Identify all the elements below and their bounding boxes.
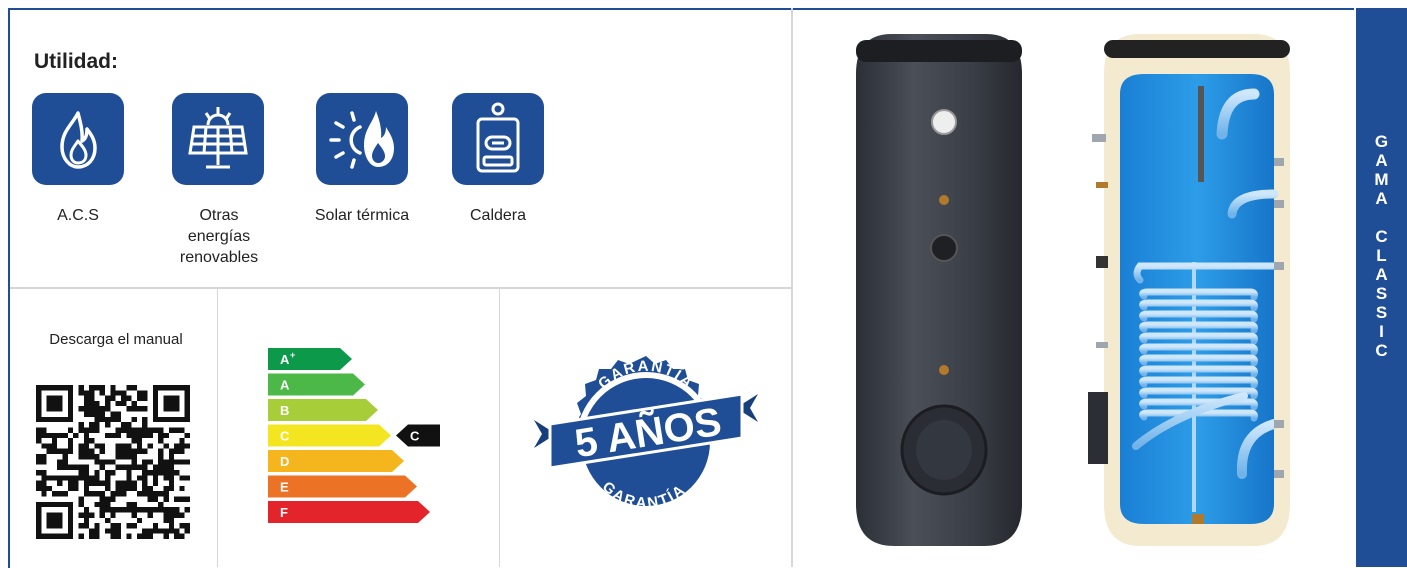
series-letter bbox=[1356, 208, 1407, 227]
tank-exterior bbox=[856, 34, 1022, 546]
energy-rating-indicator: C bbox=[396, 424, 440, 447]
utility-label: A.C.S bbox=[57, 207, 99, 224]
series-letter: C bbox=[1375, 341, 1388, 360]
svg-text:D: D bbox=[280, 454, 289, 469]
sun-flame-icon bbox=[316, 93, 408, 185]
utility-label: Caldera bbox=[469, 207, 527, 224]
energy-class-aplus: A + bbox=[268, 348, 352, 370]
svg-text:C: C bbox=[410, 429, 420, 444]
energy-class-a: A bbox=[268, 373, 365, 396]
series-letter: A bbox=[1375, 189, 1388, 208]
energy-class-b: B bbox=[268, 399, 378, 421]
svg-text:B: B bbox=[280, 403, 289, 418]
svg-text:+: + bbox=[290, 350, 295, 360]
flame-icon bbox=[32, 93, 124, 185]
divider bbox=[499, 289, 500, 567]
series-letter: A bbox=[1375, 265, 1388, 284]
svg-text:E: E bbox=[280, 480, 289, 495]
series-letter: C bbox=[1375, 227, 1388, 246]
utility-label: Solar térmica bbox=[314, 207, 410, 224]
svg-text:A: A bbox=[280, 378, 290, 393]
tank-cutaway bbox=[1088, 34, 1290, 546]
svg-text:A: A bbox=[280, 352, 290, 367]
series-letter: A bbox=[1375, 151, 1388, 170]
warranty-badge: GARANTÍA 5 AÑOS GARANTÍA bbox=[534, 356, 758, 512]
svg-text:C: C bbox=[280, 429, 290, 444]
series-band: GAMA CLASSIC bbox=[1356, 8, 1407, 567]
product-illustration bbox=[856, 34, 1290, 546]
energy-class-f: F bbox=[268, 501, 430, 523]
utility-label: Otras energías renovables bbox=[179, 207, 259, 266]
solar-panel-icon bbox=[172, 93, 264, 185]
utility-title: Utilidad: bbox=[34, 50, 118, 73]
qr-code[interactable] bbox=[36, 385, 190, 539]
series-letter: G bbox=[1374, 132, 1389, 151]
boiler-icon bbox=[452, 93, 544, 185]
divider bbox=[10, 287, 791, 289]
series-letter: M bbox=[1374, 170, 1389, 189]
energy-class-d: D bbox=[268, 450, 404, 472]
divider bbox=[217, 289, 218, 567]
series-letter: S bbox=[1375, 284, 1388, 303]
series-letter: L bbox=[1376, 246, 1387, 265]
divider bbox=[791, 8, 793, 567]
energy-label: A +ABCDEFC bbox=[268, 348, 440, 523]
download-manual-text: Descarga el manual bbox=[49, 331, 183, 348]
energy-class-c: C bbox=[268, 424, 391, 447]
svg-text:F: F bbox=[280, 505, 288, 520]
series-name: GAMA CLASSIC bbox=[1356, 132, 1407, 360]
series-letter: S bbox=[1375, 303, 1388, 322]
energy-class-e: E bbox=[268, 475, 417, 498]
series-letter: I bbox=[1379, 322, 1384, 341]
